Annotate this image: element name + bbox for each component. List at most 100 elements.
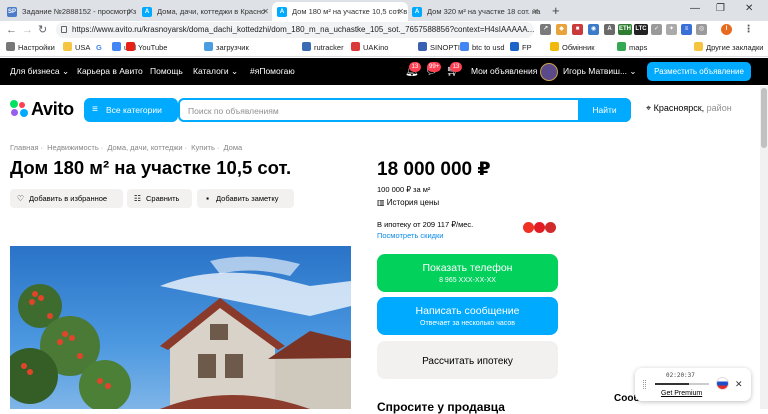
tab-houses-list[interactable]: A Дома, дачи, коттеджи в Красно ✕ — [137, 2, 273, 21]
breadcrumb-item[interactable]: Дома — [223, 143, 242, 152]
bookmark-uakino[interactable]: UAKino — [351, 42, 388, 53]
get-premium-link[interactable]: Get Premium — [661, 390, 702, 397]
close-tab-icon[interactable]: ✕ — [397, 2, 404, 21]
bookmark-label: загрузчик — [216, 43, 249, 52]
new-tab-button[interactable]: + — [552, 3, 560, 18]
bookmark-label: Другие закладки — [706, 43, 764, 52]
bookmark-label: Обмінник — [562, 43, 595, 52]
price-history-link[interactable]: ▥ История цены — [377, 198, 439, 207]
extension-icon[interactable]: ◉ — [588, 24, 599, 35]
extension-icon[interactable]: ◎ — [696, 24, 707, 35]
puzzle-icon[interactable]: ✦ — [666, 24, 677, 35]
bookmark-rutracker[interactable]: rutracker — [302, 42, 344, 53]
extension-icon[interactable]: ✓ — [651, 24, 662, 35]
write-message-button[interactable]: Написать сообщение Отвечает за несколько… — [377, 297, 558, 335]
note-icon: ▪ — [206, 194, 209, 203]
bookmark-google[interactable]: G — [96, 42, 102, 53]
close-icon[interactable]: ✕ — [735, 379, 743, 390]
page-scrollbar[interactable] — [760, 86, 768, 409]
tab-task[interactable]: SP Задание №2888152 - просмотр з ✕ — [2, 2, 138, 21]
reload-icon[interactable]: ↻ — [38, 24, 47, 36]
bookmark-sinoptik[interactable]: SINOPTIK — [418, 42, 465, 53]
extension-icon[interactable]: ◆ — [556, 24, 567, 35]
alfa-bank-icon — [523, 222, 534, 233]
nav-user-name[interactable]: Игорь Матвиш... ⌄ — [563, 58, 637, 85]
close-tab-icon[interactable]: ✕ — [127, 2, 134, 21]
tab-house-320[interactable]: A Дом 320 м² на участке 18 сот. на ✕ — [407, 2, 543, 21]
bookmark-label: btc to usd — [472, 43, 505, 52]
location-selector[interactable]: ⌖ Красноярск, район — [646, 103, 732, 114]
close-tab-icon[interactable]: ✕ — [532, 2, 539, 21]
breadcrumb-item[interactable]: Недвижимость — [47, 143, 99, 152]
nav-catalogs[interactable]: Каталоги ⌄ — [193, 58, 238, 85]
avito-logo[interactable]: Avito — [10, 99, 74, 119]
search-input[interactable] — [188, 103, 568, 118]
favorites-badge: 13 — [409, 62, 421, 72]
see-discounts-link[interactable]: Посмотреть скидки — [377, 231, 444, 240]
drag-handle-icon[interactable] — [643, 380, 646, 389]
show-phone-button[interactable]: Показать телефон 8 965 XXX-XX-XX — [377, 254, 558, 292]
ask-seller-heading: Спросите у продавца — [377, 400, 505, 414]
extension-icon[interactable]: ■ — [572, 24, 583, 35]
breadcrumb-item[interactable]: Дома, дачи, коттеджи — [107, 143, 182, 152]
tab-house-180[interactable]: A Дом 180 м² на участке 10,5 сот. в ✕ — [272, 2, 408, 21]
bookmark-label: FP — [522, 43, 532, 52]
eth-ticker-icon[interactable]: ETH — [618, 24, 632, 35]
tab-label: Дома, дачи, коттеджи в Красно — [157, 7, 266, 16]
bookmark-usa[interactable]: USA — [63, 42, 90, 53]
back-icon[interactable]: ← — [6, 24, 17, 36]
menu-icon[interactable]: ⋮ — [743, 24, 754, 35]
bookmark-label: UAKino — [363, 43, 389, 52]
translate-icon[interactable]: A — [604, 24, 615, 35]
find-button[interactable]: Найти — [578, 98, 631, 122]
breadcrumb-item[interactable]: Купить — [191, 143, 215, 152]
bookmark-settings[interactable]: Настройки — [6, 42, 55, 53]
nav-label: Каталоги — [193, 66, 229, 76]
listing-photo[interactable] — [10, 246, 351, 409]
all-categories-button[interactable]: ≡ Все категории — [84, 98, 178, 122]
vpn-popup: 02:20:37 Get Premium ✕ — [635, 368, 751, 401]
compare-label: Сравнить — [146, 194, 180, 203]
profile-icon[interactable]: I — [721, 24, 732, 35]
browser-tab-bar: SP Задание №2888152 - просмотр з ✕ A Дом… — [0, 0, 768, 21]
bookmark-other[interactable]: Другие закладки — [694, 42, 763, 53]
bookmark-label: USA — [75, 43, 91, 52]
google-icon — [112, 42, 121, 51]
compare-button[interactable]: ☷ Сравнить — [127, 189, 192, 208]
russia-flag-icon[interactable] — [716, 377, 729, 390]
nav-my-ads[interactable]: Мои объявления — [471, 58, 537, 85]
bookmark-maps[interactable]: maps — [617, 42, 647, 53]
bookmark-btc[interactable]: btc to usd — [460, 42, 505, 53]
nav-career[interactable]: Карьера в Авито — [77, 58, 143, 85]
bookmark-exchanger[interactable]: Обмінник — [550, 42, 595, 53]
minimize-icon[interactable]: — — [690, 3, 700, 14]
url-field[interactable]: https://www.avito.ru/krasnoyarsk/doma_da… — [56, 22, 534, 38]
nav-help[interactable]: Помощь — [150, 58, 183, 85]
exchange-icon — [550, 42, 559, 51]
add-note-button[interactable]: ▪ Добавить заметку — [197, 189, 294, 208]
rutracker-icon — [302, 42, 311, 51]
add-note-label: Добавить заметку — [216, 194, 279, 203]
add-favorite-button[interactable]: ♡ Добавить в избранное — [10, 189, 123, 208]
avatar[interactable] — [540, 63, 558, 81]
tab-label: Дом 180 м² на участке 10,5 сот. в — [292, 7, 408, 16]
district-label: район — [706, 103, 732, 113]
close-window-icon[interactable]: ✕ — [745, 3, 753, 14]
extension-icon[interactable]: ≡ — [681, 24, 692, 35]
ltc-ticker-icon[interactable]: LTC — [634, 24, 648, 35]
breadcrumb-item[interactable]: Главная — [10, 143, 39, 152]
bookmark-downloader[interactable]: загрузчик — [204, 42, 249, 53]
bookmark-youtube[interactable]: YouTube — [126, 42, 167, 53]
gear-icon — [6, 42, 15, 51]
maximize-icon[interactable]: ❐ — [716, 3, 725, 14]
user-name-label: Игорь Матвиш... — [563, 66, 628, 76]
post-ad-button[interactable]: Разместить объявление — [647, 62, 751, 81]
forward-icon[interactable]: → — [22, 24, 33, 36]
share-icon[interactable]: ↗ — [540, 24, 551, 35]
nav-business[interactable]: Для бизнеса ⌄ — [10, 58, 69, 85]
nav-help-hashtag[interactable]: #яПомогаю — [250, 58, 295, 85]
mortgage-text: В ипотеку от 209 117 ₽/мес. — [377, 220, 474, 229]
bookmark-fp[interactable]: FP — [510, 42, 532, 53]
close-tab-icon[interactable]: ✕ — [262, 2, 269, 21]
calc-mortgage-button[interactable]: Рассчитать ипотеку — [377, 341, 558, 379]
